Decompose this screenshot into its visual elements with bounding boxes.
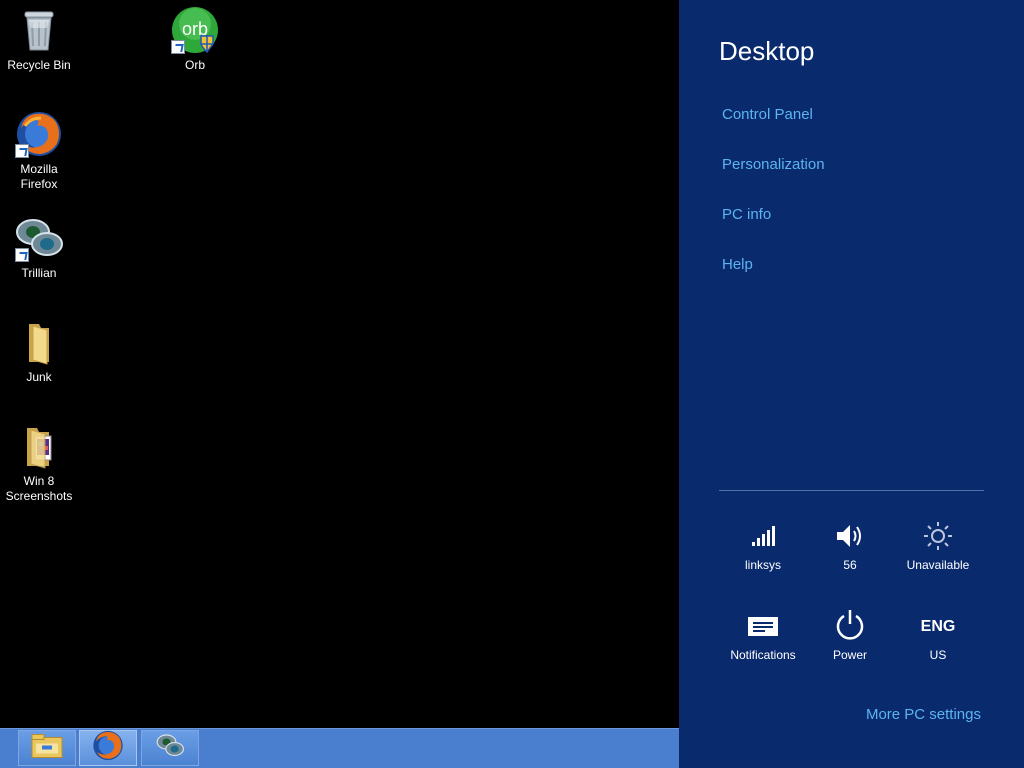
quick-setting-notifications[interactable]: Notifications [719, 608, 807, 662]
shortcut-arrow-icon [171, 40, 185, 54]
firefox-icon [15, 110, 63, 158]
taskbar-button-firefox[interactable] [79, 730, 137, 766]
pane-divider [719, 490, 984, 491]
desktop-icon-label: Mozilla Firefox [20, 162, 58, 191]
quick-setting-label: Unavailable [906, 558, 970, 572]
quick-setting-keyboard[interactable]: ENG US [894, 608, 982, 662]
wifi-signal-icon [719, 518, 807, 554]
quick-setting-label: linksys [744, 558, 781, 572]
quick-setting-label: Notifications [730, 648, 796, 662]
folder-images-icon [15, 422, 63, 470]
desktop-icon-label: Orb [184, 58, 205, 72]
quick-setting-volume[interactable]: 56 [806, 518, 894, 572]
quick-setting-network[interactable]: linksys [719, 518, 807, 572]
shortcut-arrow-icon [15, 144, 29, 158]
pane-title: Desktop [719, 36, 815, 66]
orb-icon: orb [171, 6, 219, 54]
taskbar-button-trillian[interactable] [141, 730, 199, 766]
quick-setting-label: US [929, 648, 947, 662]
desktop-icon-recycle-bin[interactable]: Recycle Bin [0, 6, 78, 73]
keyboard-language-text: ENG [920, 618, 956, 635]
link-personalization[interactable]: Personalization [722, 156, 825, 173]
quick-setting-power[interactable]: Power [806, 608, 894, 662]
file-explorer-icon [30, 732, 64, 765]
desktop-icon-junk[interactable]: Junk [0, 318, 78, 385]
desktop-icon-label: Trillian [21, 266, 57, 280]
desktop-icon-label: Junk [26, 370, 52, 384]
quick-setting-label: Power [832, 648, 867, 662]
shortcut-arrow-icon [15, 248, 29, 262]
taskbar [0, 728, 679, 768]
power-icon [806, 608, 894, 644]
desktop-icon-win8-screenshots[interactable]: Win 8 Screenshots [0, 422, 78, 504]
desktop-icon-label: Recycle Bin [7, 58, 71, 72]
link-pc-info[interactable]: PC info [722, 206, 771, 223]
desktop: Recycle Bin orb Orb Mozilla Firefox Tril… [0, 0, 679, 728]
link-control-panel[interactable]: Control Panel [722, 106, 813, 123]
keyboard-language-indicator: ENG [894, 608, 982, 644]
firefox-icon [92, 730, 124, 767]
more-pc-settings-link[interactable]: More PC settings [866, 706, 981, 723]
brightness-icon [894, 518, 982, 554]
taskbar-button-file-explorer[interactable] [18, 730, 76, 766]
quick-setting-brightness[interactable]: Unavailable [894, 518, 982, 572]
link-help[interactable]: Help [722, 256, 753, 273]
quick-setting-label: 56 [843, 558, 857, 572]
recycle-bin-icon [15, 6, 63, 54]
desktop-icon-label: Win 8 Screenshots [5, 474, 73, 503]
desktop-icon-orb[interactable]: orb Orb [156, 6, 234, 73]
volume-icon [806, 518, 894, 554]
settings-pane: Desktop Control Panel Personalization PC… [679, 0, 1024, 768]
desktop-icon-trillian[interactable]: Trillian [0, 214, 78, 281]
trillian-icon [15, 214, 63, 262]
folder-icon [15, 318, 63, 366]
trillian-icon [154, 732, 186, 765]
notifications-icon [719, 608, 807, 644]
desktop-icon-firefox[interactable]: Mozilla Firefox [0, 110, 78, 192]
